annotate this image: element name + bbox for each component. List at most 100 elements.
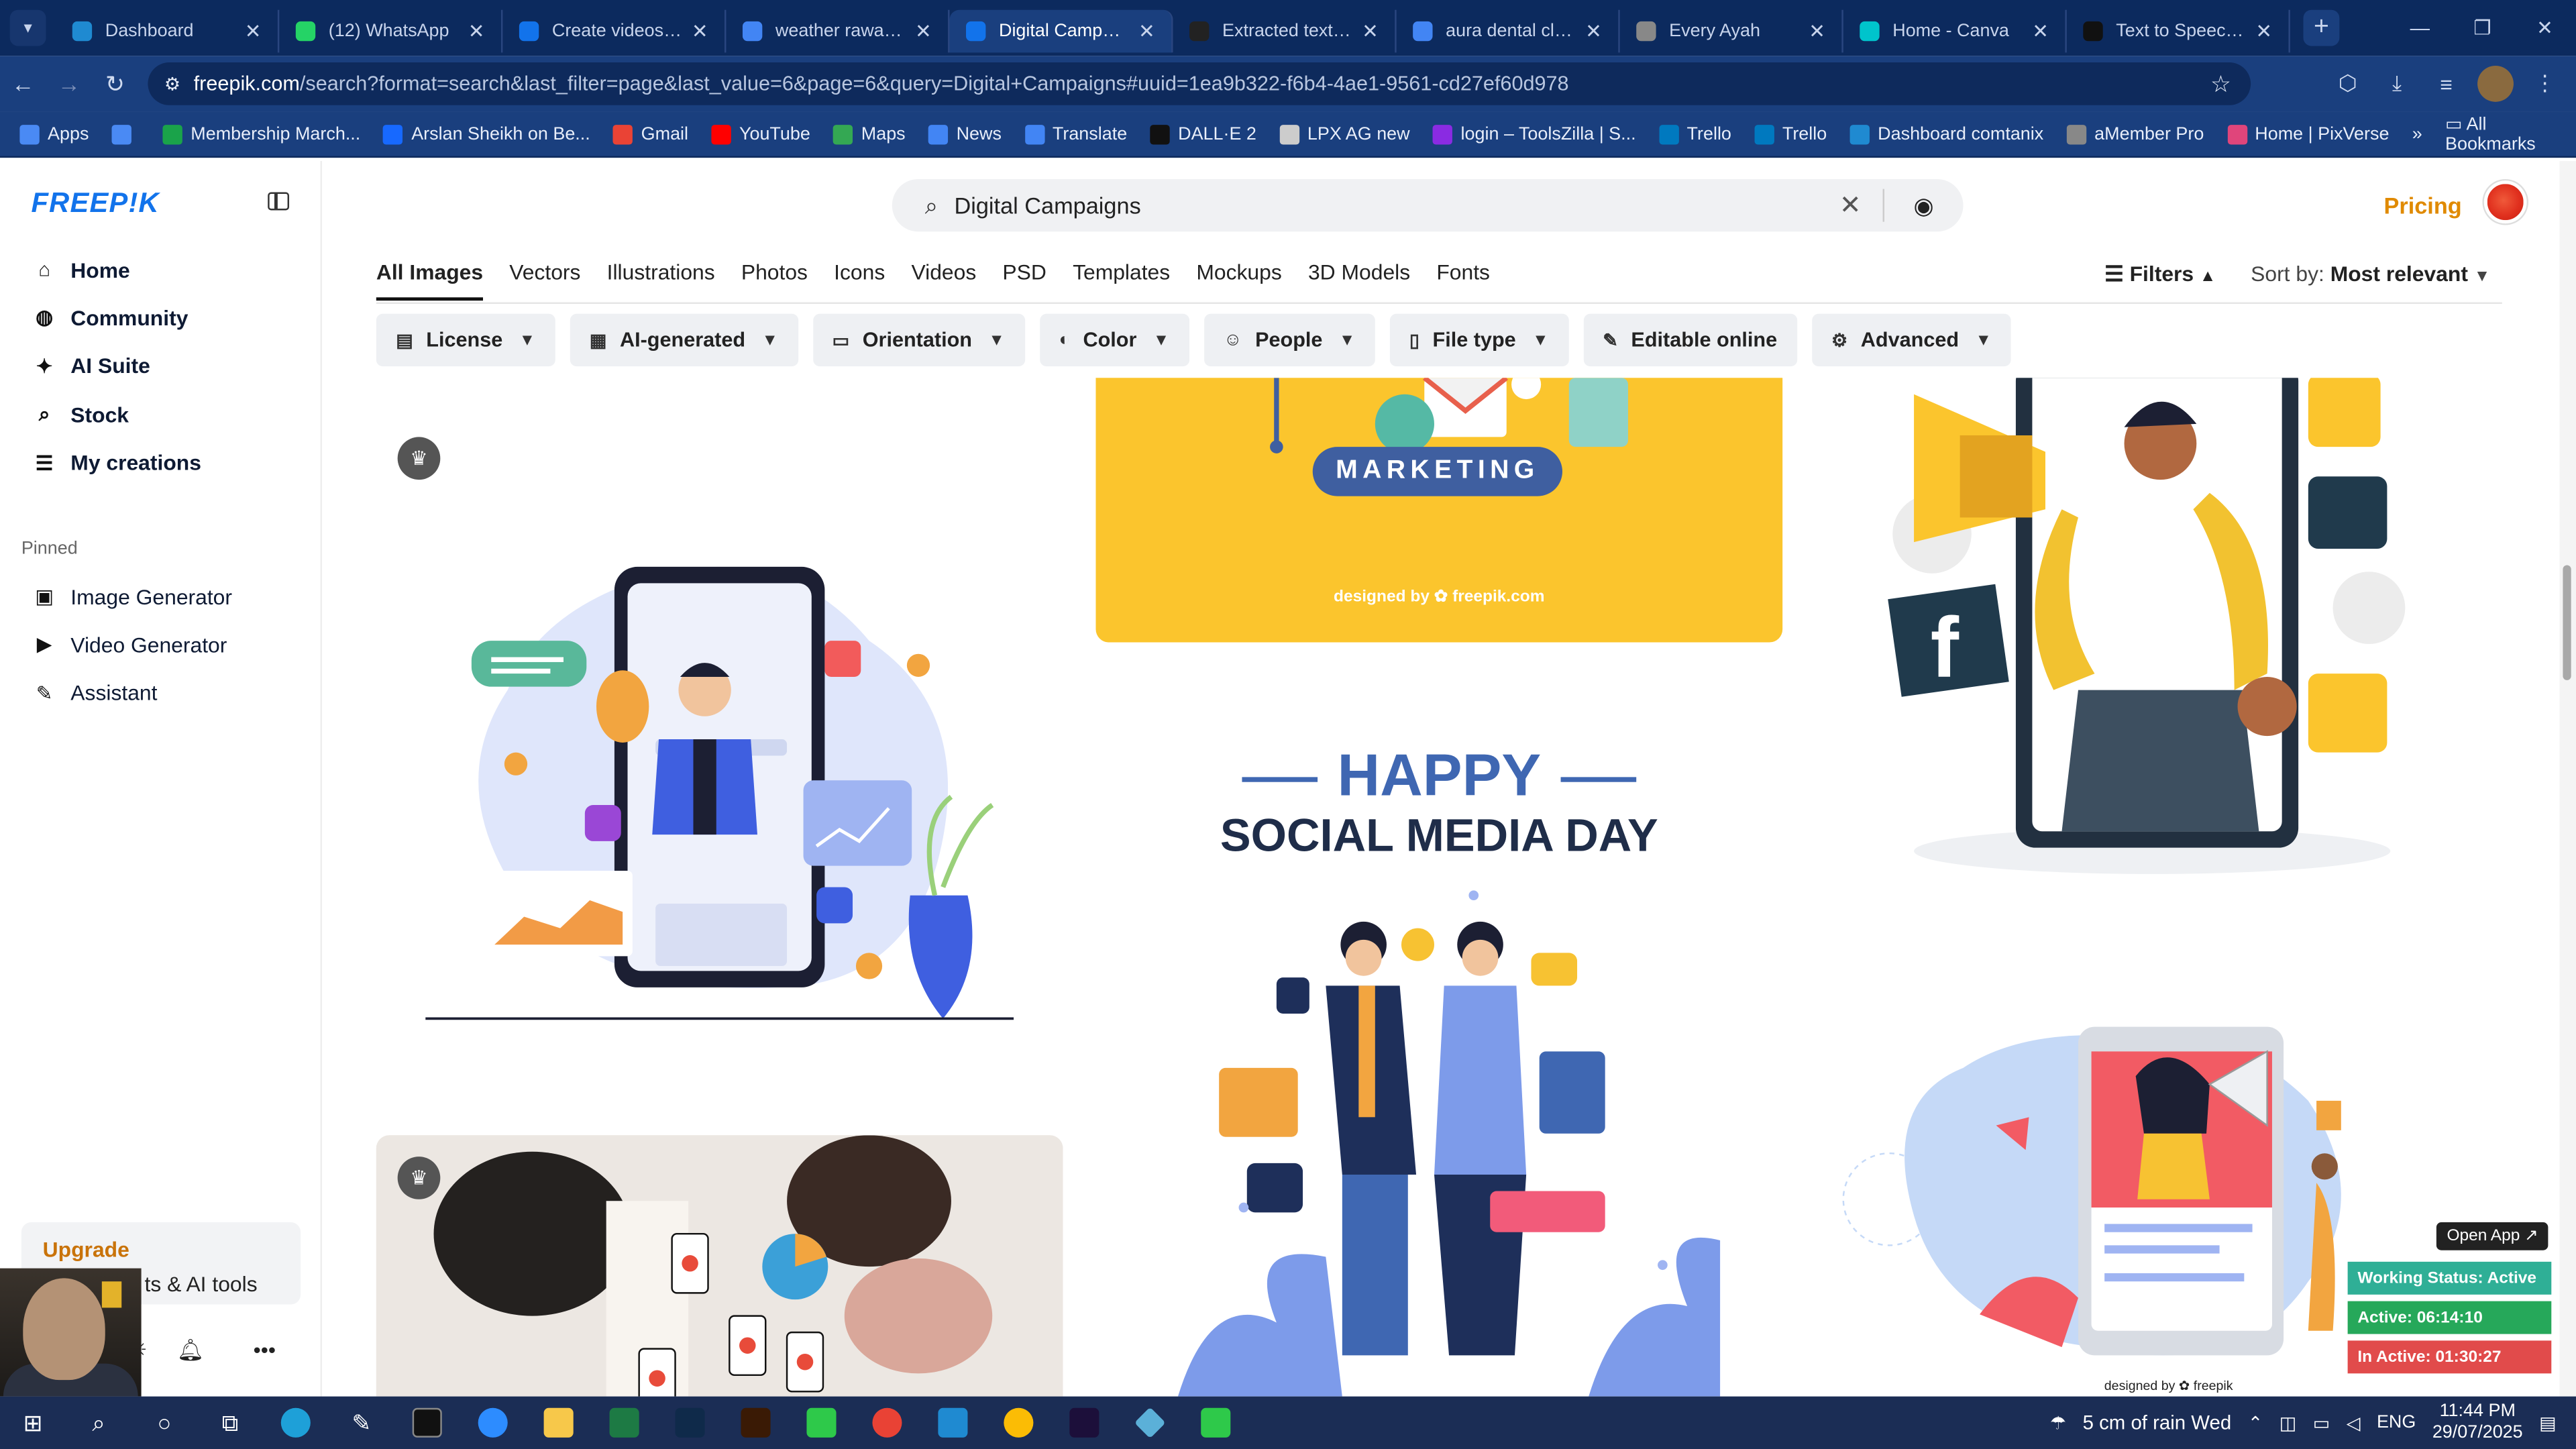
zoom-icon[interactable] (460, 1397, 526, 1449)
more-bookmarks-icon[interactable]: » (2412, 124, 2422, 144)
bookmark-item[interactable]: Home | PixVerse (2226, 123, 2389, 144)
weather-icon[interactable]: ☂ (2050, 1412, 2066, 1433)
start-button[interactable]: ⊞ (0, 1397, 66, 1449)
url-field[interactable]: ⚙ freepik.com/search?format=search&last_… (148, 62, 2251, 105)
extension-icon[interactable]: ⬡ (2330, 66, 2366, 102)
browser-tab[interactable]: weather rawalpin ✕ (726, 9, 950, 53)
chrome-profile-icon[interactable] (985, 1397, 1051, 1449)
browser-tab[interactable]: Every Ayah ✕ (1620, 9, 1843, 53)
bookmark-item[interactable]: YouTube (711, 123, 810, 144)
minimize-icon[interactable]: — (2389, 0, 2451, 56)
sidebar-item-my-creations[interactable]: ☰ My creations (21, 441, 301, 484)
more-options-icon[interactable]: ••• (254, 1337, 276, 1363)
bookmark-item[interactable]: Maps (833, 123, 906, 144)
pricing-link[interactable]: Pricing (2383, 193, 2461, 219)
camera-search-icon[interactable]: ◉ (1914, 191, 1934, 219)
bookmark-item[interactable]: Translate (1024, 123, 1127, 144)
pinned-item-assistant[interactable]: ✎ Assistant (21, 672, 301, 714)
new-tab-button[interactable]: + (2303, 9, 2340, 46)
result-card[interactable]: f (1815, 378, 2502, 904)
browser-tab[interactable]: Text to Speech | E ✕ (2067, 9, 2290, 53)
media-icon[interactable]: ≡ (2428, 66, 2465, 102)
bookmark-item[interactable]: LPX AG new (1279, 123, 1410, 144)
tab-vectors[interactable]: Vectors (509, 260, 580, 301)
bookmark-item[interactable]: Trello (1658, 123, 1731, 144)
reload-button[interactable]: ↻ (92, 61, 138, 107)
tray-chevron-icon[interactable]: ⌃ (2248, 1412, 2263, 1433)
bookmark-item[interactable]: Membership March... (162, 123, 360, 144)
back-button[interactable]: ← (0, 61, 46, 107)
result-card[interactable]: ♛ (376, 1135, 1063, 1397)
filter-color[interactable]: ◐ Color ▼ (1039, 313, 1189, 367)
open-app-button[interactable]: Open App ↗ (2436, 1222, 2548, 1250)
menu-icon[interactable]: ⋮ (2527, 66, 2563, 102)
close-window-icon[interactable]: ✕ (2514, 0, 2576, 56)
tab-close-icon[interactable]: ✕ (1362, 19, 1379, 42)
cortana-icon[interactable]: ○ (131, 1397, 197, 1449)
filter-file-type[interactable]: ▯ File type ▼ (1389, 313, 1568, 367)
tab-close-icon[interactable]: ✕ (1138, 19, 1155, 42)
tab-psd[interactable]: PSD (1002, 260, 1046, 301)
filter-license[interactable]: ▤ License ▼ (376, 313, 555, 367)
photoshop-icon[interactable] (657, 1397, 723, 1449)
tab-illustrations[interactable]: Illustrations (607, 260, 715, 301)
bookmark-star-icon[interactable]: ☆ (2210, 70, 2231, 98)
sidebar-item-stock[interactable]: ⌕ Stock (21, 393, 301, 436)
tab-videos[interactable]: Videos (911, 260, 976, 301)
page-scrollbar[interactable] (2559, 161, 2576, 1397)
taskbar-search-icon[interactable]: ⌕ (66, 1397, 131, 1449)
volume-icon[interactable]: ◁ (2347, 1412, 2361, 1433)
bookmark-item[interactable]: login – ToolsZilla | S... (1432, 123, 1636, 144)
tab-close-icon[interactable]: ✕ (468, 19, 485, 42)
pinned-item-video-generator[interactable]: ▶ Video Generator (21, 623, 301, 666)
weather-text[interactable]: 5 cm of rain Wed (2083, 1411, 2232, 1434)
file-explorer-icon[interactable] (526, 1397, 592, 1449)
bookmark-item[interactable]: Gmail (613, 123, 688, 144)
bookmark-item[interactable] (111, 123, 140, 144)
browser-tab[interactable]: (12) WhatsApp ✕ (279, 9, 503, 53)
browser-tab[interactable]: Digital Campaign ✕ (949, 9, 1173, 53)
meet-now-icon[interactable]: ◫ (2279, 1412, 2296, 1433)
filter-people[interactable]: ☺ People ▼ (1203, 313, 1375, 367)
sidebar-item-home[interactable]: ⌂ Home (21, 248, 301, 291)
bookmark-item[interactable]: Trello (1754, 123, 1827, 144)
tab-close-icon[interactable]: ✕ (245, 19, 262, 42)
sidebar-item-community[interactable]: ◍ Community (21, 297, 301, 339)
bookmark-item[interactable]: News (928, 123, 1002, 144)
filters-toggle[interactable]: ☰ Filters ▲ (2104, 261, 2216, 287)
browser-tab[interactable]: Extracted text sum ✕ (1173, 9, 1397, 53)
premiere-icon[interactable] (1051, 1397, 1117, 1449)
tab-close-icon[interactable]: ✕ (692, 19, 708, 42)
all-bookmarks-folder[interactable]: ▭ All Bookmarks (2445, 113, 2553, 154)
filter-ai-generated[interactable]: ▦ AI-generated ▼ (570, 313, 798, 367)
tab-photos[interactable]: Photos (741, 260, 808, 301)
pen-icon[interactable]: ✎ (329, 1397, 394, 1449)
site-info-icon[interactable]: ⚙ (164, 73, 180, 94)
result-card[interactable]: MARKETING designed by ✿ freepik.com (1095, 378, 1783, 643)
bookmark-item[interactable]: Apps (19, 123, 89, 144)
tab-templates[interactable]: Templates (1073, 260, 1170, 301)
bookmark-item[interactable]: DALL·E 2 (1150, 123, 1256, 144)
task-view-icon[interactable]: ⧉ (197, 1397, 263, 1449)
chrome-icon[interactable] (854, 1397, 920, 1449)
result-card[interactable]: ♛ (376, 411, 1063, 1035)
notification-center-icon[interactable]: ▤ (2539, 1412, 2556, 1433)
freepik-logo[interactable]: FREEP!K (32, 187, 160, 220)
bookmark-item[interactable]: Arslan Sheikh on Be... (383, 123, 590, 144)
tab-close-icon[interactable]: ✕ (1585, 19, 1602, 42)
clock[interactable]: 11:44 PM 29/07/2025 (2432, 1401, 2523, 1444)
user-avatar[interactable] (2483, 180, 2527, 224)
browser-tab[interactable]: Create videos | Fr ✕ (502, 9, 727, 53)
terminal-icon[interactable] (394, 1397, 460, 1449)
excel-icon[interactable] (592, 1397, 657, 1449)
filter-editable-online[interactable]: ✎ Editable online (1582, 313, 1797, 367)
tab-close-icon[interactable]: ✕ (915, 19, 932, 42)
tab-mockups[interactable]: Mockups (1196, 260, 1281, 301)
bookmark-item[interactable]: aMember Pro (2066, 123, 2204, 144)
tab-close-icon[interactable]: ✕ (2032, 19, 2049, 42)
network-icon[interactable]: ▭ (2313, 1412, 2330, 1433)
clear-search-icon[interactable]: ✕ (1839, 189, 1862, 222)
tab-close-icon[interactable]: ✕ (2255, 19, 2272, 42)
tab-icons[interactable]: Icons (834, 260, 885, 301)
notifications-icon[interactable]: 🔔︎ (177, 1337, 204, 1363)
